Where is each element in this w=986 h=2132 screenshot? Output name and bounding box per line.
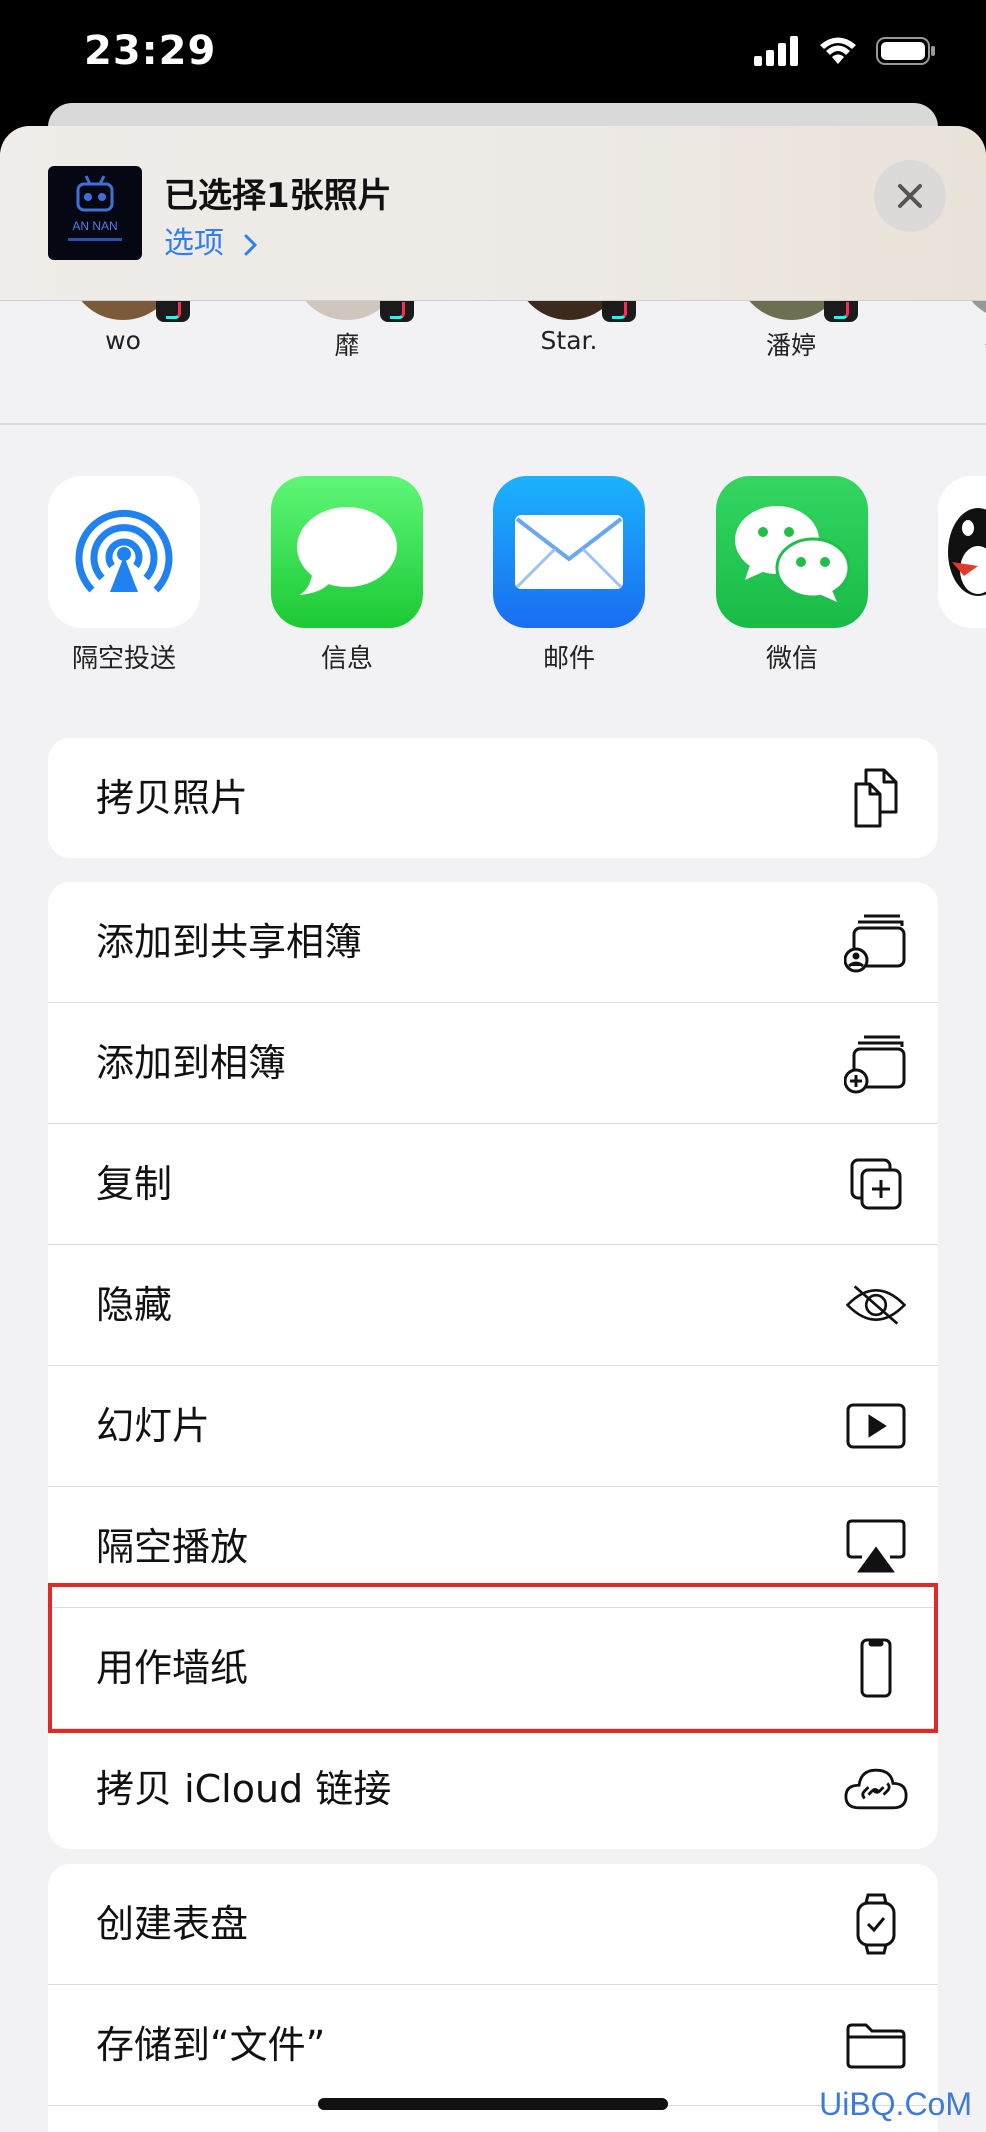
app-messages[interactable]: 信息 <box>271 476 423 675</box>
tiktok-badge-icon <box>602 300 636 322</box>
action-label: 添加到共享相簿 <box>96 920 363 964</box>
slideshow-icon <box>844 1394 908 1458</box>
app-label: 隔空投送 <box>71 644 176 674</box>
mail-icon <box>493 476 645 628</box>
action-label: 拷贝照片 <box>96 776 249 820</box>
selection-title: 已选择1张照片 <box>164 176 392 216</box>
options-link[interactable]: 选项 <box>164 218 260 262</box>
folder-icon <box>844 2013 908 2077</box>
duplicate-icon <box>844 1152 908 1216</box>
action-add-shared-album[interactable]: 添加到共享相簿 <box>48 882 938 1003</box>
action-slideshow[interactable]: 幻灯片 <box>48 1366 938 1487</box>
action-use-as-wallpaper[interactable]: 用作墙纸 <box>48 1608 938 1729</box>
action-copy-photo[interactable]: 拷贝照片 <box>48 738 938 858</box>
app-airdrop[interactable]: 隔空投送 <box>48 476 200 675</box>
watch-icon <box>844 1892 908 1956</box>
share-sheet: AN NAN 已选择1张照片 选项 wo 靡 Star. 潘婷 隔空投送 信息 … <box>0 126 986 2132</box>
wifi-icon <box>820 37 856 64</box>
battery-icon <box>876 37 935 65</box>
app-label: 信息 <box>320 644 373 674</box>
airdrop-icon <box>48 476 200 628</box>
action-label: 隔空播放 <box>96 1525 249 1569</box>
add-album-icon <box>844 1031 908 1095</box>
qq-icon <box>938 476 986 628</box>
contact-name: wo <box>105 326 141 355</box>
shared-album-icon <box>844 910 908 974</box>
copy-icon <box>844 766 908 830</box>
home-indicator[interactable] <box>318 2098 668 2110</box>
app-qq[interactable] <box>938 476 986 628</box>
chevron-right-icon <box>244 234 257 255</box>
app-label: 邮件 <box>542 644 595 674</box>
status-bar: 23:29 <box>0 0 986 120</box>
action-label: 幻灯片 <box>96 1404 211 1448</box>
close-icon <box>898 184 922 208</box>
action-label: 复制 <box>96 1162 173 1206</box>
photo-thumbnail: AN NAN <box>48 166 142 260</box>
options-label: 选项 <box>164 226 224 261</box>
wechat-icon <box>716 476 868 628</box>
tiktok-badge-icon <box>156 300 190 322</box>
app-label: 微信 <box>765 644 818 674</box>
action-hide[interactable]: 隐藏 <box>48 1245 938 1366</box>
app-wechat[interactable]: 微信 <box>716 476 868 675</box>
action-label: 隐藏 <box>96 1283 173 1327</box>
contact-name: Star. <box>540 326 598 355</box>
messages-icon <box>271 476 423 628</box>
contact-name: 靡 <box>334 331 360 360</box>
action-label: 存储到“文件” <box>96 2023 326 2067</box>
action-airplay[interactable]: 隔空播放 <box>48 1487 938 1608</box>
action-label: 用作墙纸 <box>96 1646 249 1690</box>
app-mail[interactable]: 邮件 <box>493 476 645 675</box>
action-create-watch-face[interactable]: 创建表盘 <box>48 1864 938 1985</box>
hide-icon <box>844 1273 908 1337</box>
cellular-signal-icon <box>754 36 798 66</box>
action-group-more: 创建表盘 存储到“文件” <box>48 1864 938 2132</box>
airplay-icon <box>844 1515 908 1579</box>
share-header: AN NAN 已选择1张照片 选项 <box>0 126 986 301</box>
action-duplicate[interactable]: 复制 <box>48 1124 938 1245</box>
tiktok-badge-icon <box>380 300 414 322</box>
action-group-photo: 添加到共享相簿 添加到相簿 复制 隐藏 幻灯片 隔空播放 用作墙纸 拷贝 iCl… <box>48 882 938 1849</box>
logo-icon: AN NAN <box>68 175 122 241</box>
action-save-to-files[interactable]: 存储到“文件” <box>48 1985 938 2106</box>
contact-name: 潘婷 <box>765 331 816 360</box>
status-time: 23:29 <box>84 28 217 74</box>
action-group-copy: 拷贝照片 <box>48 738 938 858</box>
section-divider <box>0 423 986 425</box>
close-button[interactable] <box>874 160 946 232</box>
action-copy-icloud-link[interactable]: 拷贝 iCloud 链接 <box>48 1729 938 1849</box>
status-icons <box>754 36 936 66</box>
contacts-row: wo 靡 Star. 潘婷 蜀 <box>0 210 986 424</box>
watermark: UiBQ.CoM <box>819 2086 972 2122</box>
action-add-album[interactable]: 添加到相簿 <box>48 1003 938 1124</box>
action-label: 添加到相簿 <box>96 1041 287 1085</box>
action-label: 创建表盘 <box>96 1902 249 1946</box>
tiktok-badge-icon <box>824 300 858 322</box>
action-label: 拷贝 iCloud 链接 <box>96 1767 392 1811</box>
svg-text:AN NAN: AN NAN <box>72 219 117 233</box>
phone-icon <box>844 1636 908 1700</box>
icloud-link-icon <box>844 1757 908 1821</box>
